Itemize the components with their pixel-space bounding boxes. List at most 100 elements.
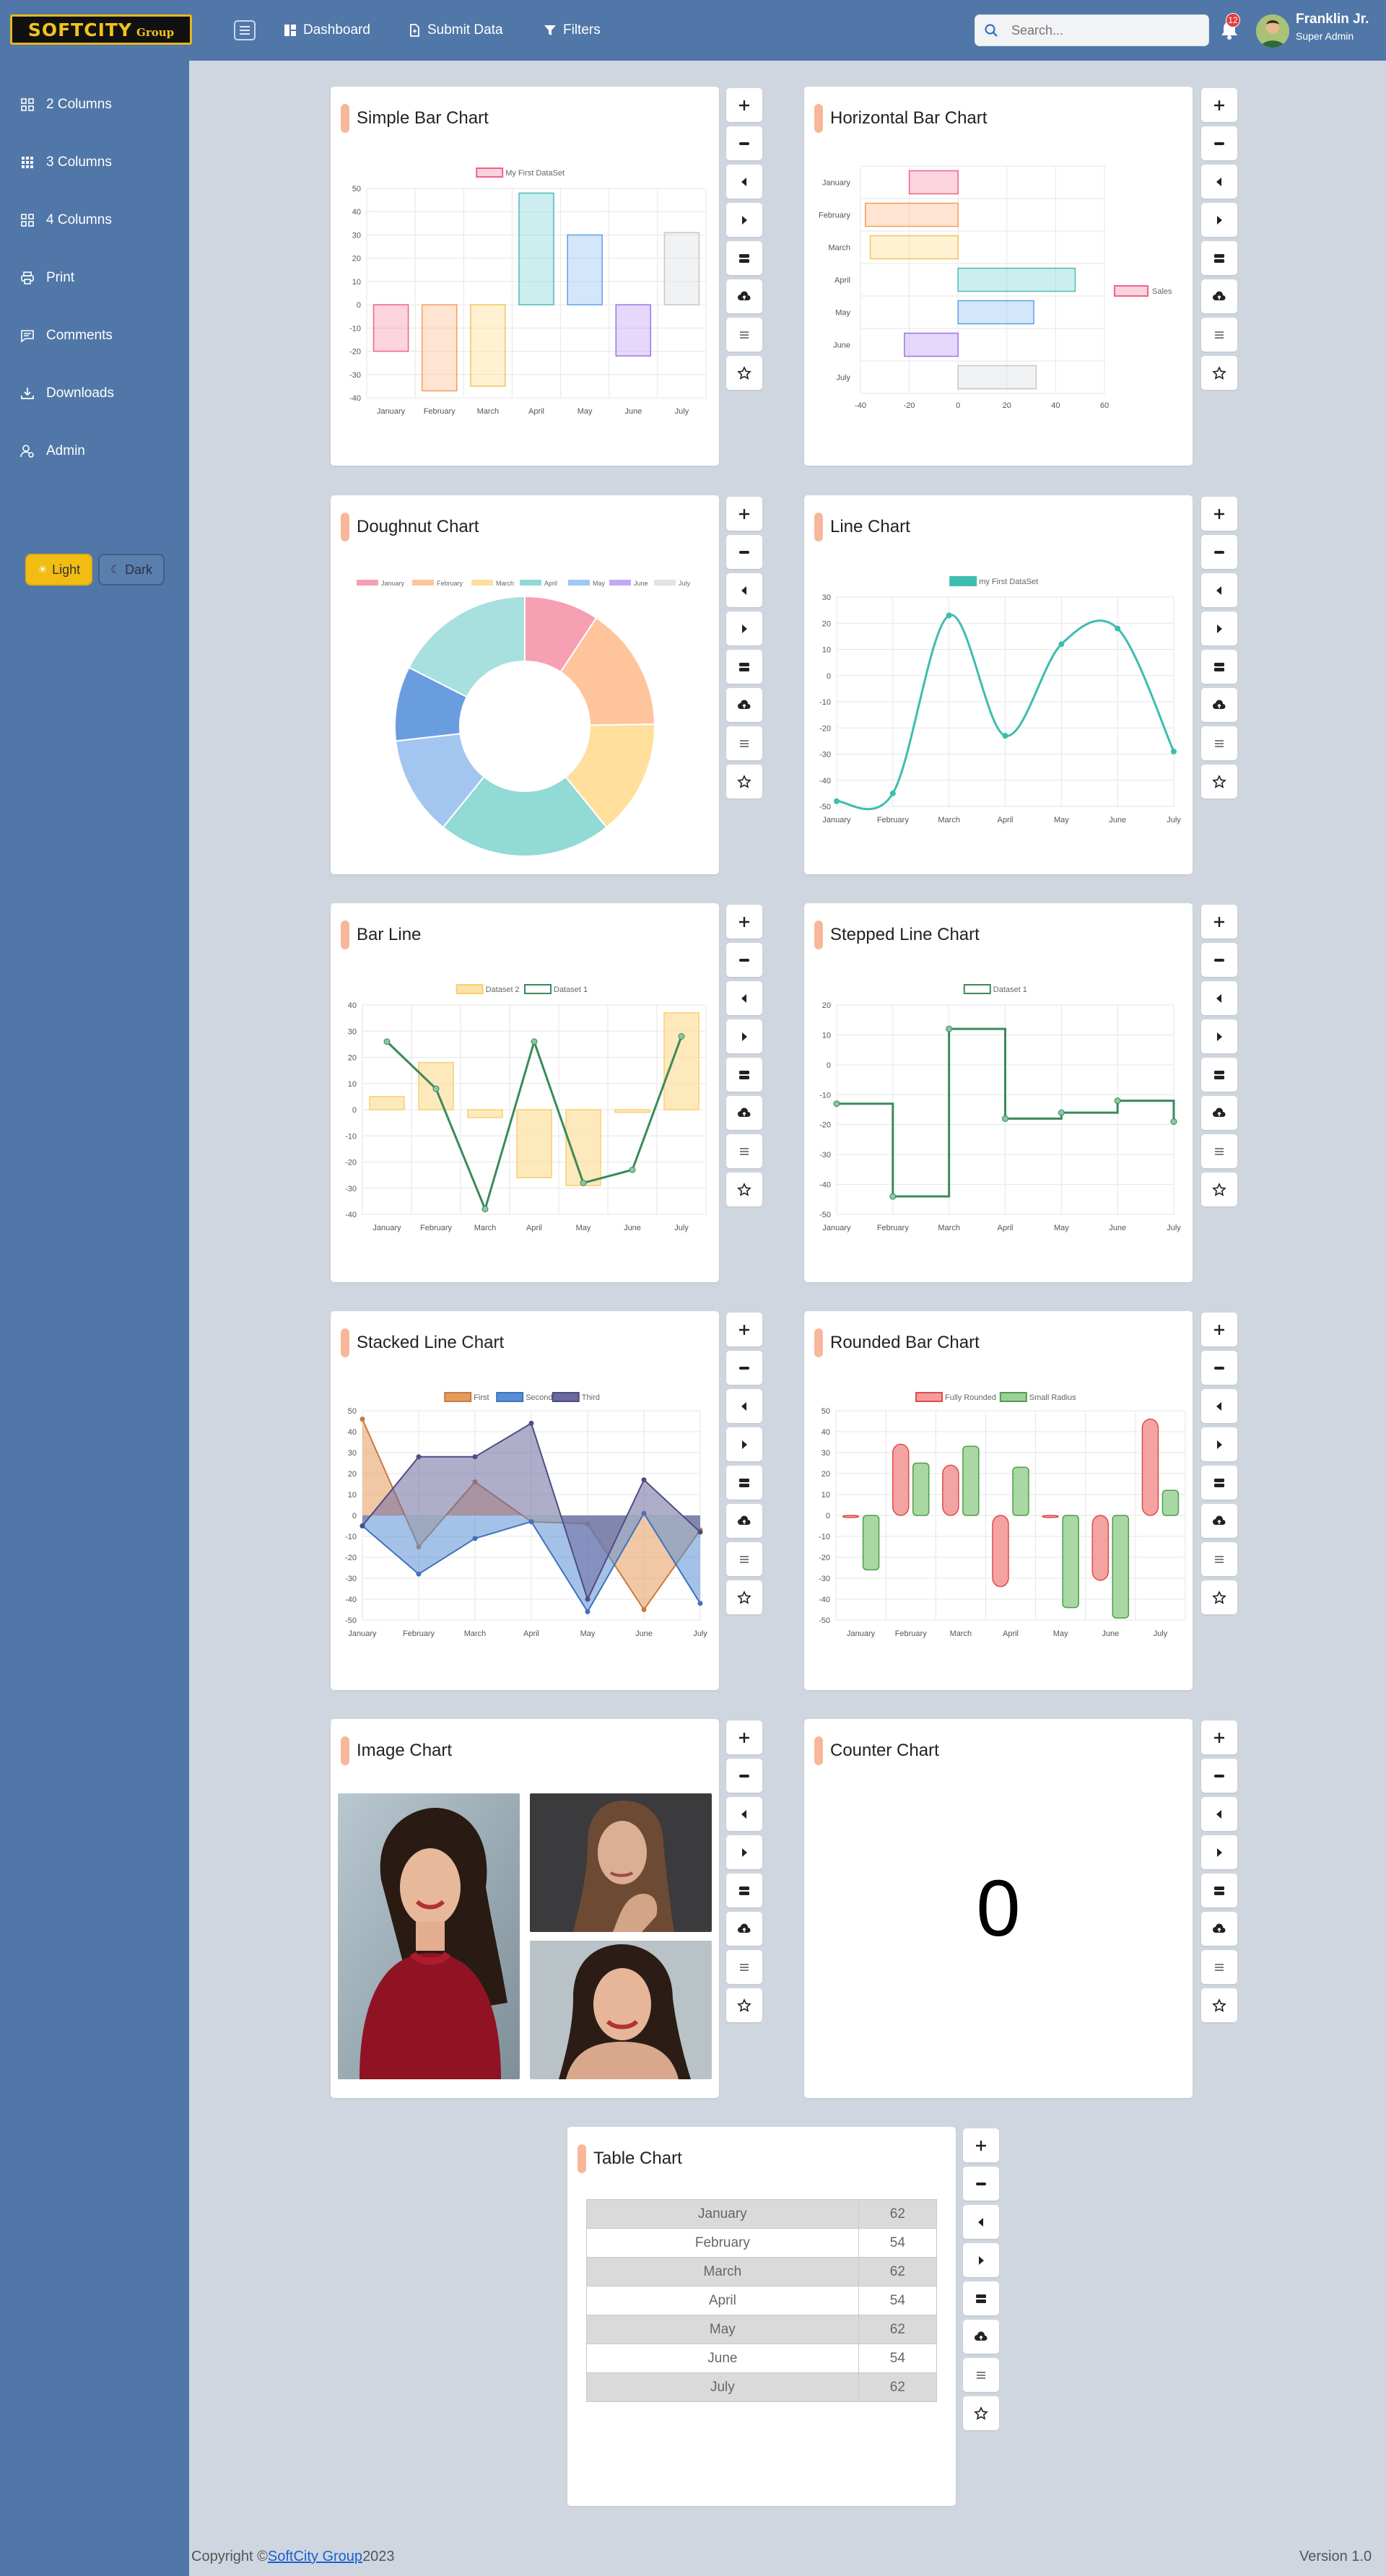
cloud-upload-button[interactable] — [726, 1096, 762, 1130]
arrow-left-button[interactable] — [726, 1389, 762, 1423]
minus-button[interactable] — [726, 535, 762, 569]
list-button[interactable] — [1201, 726, 1237, 760]
plus-button[interactable] — [1201, 497, 1237, 531]
cloud-upload-button[interactable] — [1201, 279, 1237, 313]
cloud-upload-button[interactable] — [1201, 1096, 1237, 1130]
star-button[interactable] — [726, 1172, 762, 1206]
footer-company-link[interactable]: SoftCity Group — [268, 2549, 362, 2564]
star-button[interactable] — [1201, 1988, 1237, 2022]
minus-button[interactable] — [1201, 1351, 1237, 1385]
minus-button[interactable] — [726, 1351, 762, 1385]
arrow-left-button[interactable] — [726, 1797, 762, 1831]
arrow-right-button[interactable] — [726, 1835, 762, 1869]
expand-button[interactable] — [726, 1466, 762, 1500]
expand-button[interactable] — [726, 1874, 762, 1907]
list-button[interactable] — [1201, 1542, 1237, 1576]
sidebar-item-downloads[interactable]: Downloads — [20, 383, 114, 404]
cloud-upload-button[interactable] — [963, 2320, 999, 2354]
plus-button[interactable] — [726, 1720, 762, 1754]
star-button[interactable] — [1201, 356, 1237, 390]
expand-button[interactable] — [726, 650, 762, 684]
list-button[interactable] — [1201, 318, 1237, 352]
star-button[interactable] — [1201, 1580, 1237, 1614]
expand-button[interactable] — [1201, 241, 1237, 275]
cloud-upload-button[interactable] — [726, 688, 762, 722]
plus-button[interactable] — [1201, 1313, 1237, 1346]
cloud-upload-button[interactable] — [1201, 1504, 1237, 1538]
expand-button[interactable] — [1201, 1058, 1237, 1092]
list-button[interactable] — [726, 726, 762, 760]
list-button[interactable] — [726, 1542, 762, 1576]
arrow-right-button[interactable] — [1201, 1835, 1237, 1869]
arrow-left-button[interactable] — [726, 165, 762, 199]
arrow-right-button[interactable] — [726, 1019, 762, 1053]
search-box[interactable] — [975, 14, 1209, 46]
nav-submit-data[interactable]: Submit Data — [407, 20, 503, 40]
arrow-right-button[interactable] — [726, 203, 762, 237]
plus-button[interactable] — [1201, 1720, 1237, 1754]
minus-button[interactable] — [726, 126, 762, 160]
arrow-left-button[interactable] — [726, 573, 762, 607]
arrow-right-button[interactable] — [963, 2243, 999, 2277]
cloud-upload-button[interactable] — [1201, 688, 1237, 722]
minus-button[interactable] — [726, 1759, 762, 1793]
plus-button[interactable] — [1201, 88, 1237, 122]
arrow-left-button[interactable] — [1201, 1389, 1237, 1423]
search-input[interactable] — [1011, 22, 1185, 38]
arrow-left-button[interactable] — [1201, 573, 1237, 607]
nav-filters[interactable]: Filters — [543, 20, 601, 40]
star-button[interactable] — [726, 356, 762, 390]
expand-button[interactable] — [1201, 1466, 1237, 1500]
arrow-right-button[interactable] — [1201, 203, 1237, 237]
logo[interactable]: SOFTCITY Group — [10, 14, 192, 45]
arrow-right-button[interactable] — [1201, 612, 1237, 645]
user-name[interactable]: Franklin Jr. — [1296, 12, 1369, 27]
star-button[interactable] — [1201, 1172, 1237, 1206]
plus-button[interactable] — [726, 497, 762, 531]
sidebar-item-admin[interactable]: Admin — [20, 440, 85, 462]
plus-button[interactable] — [1201, 905, 1237, 939]
avatar[interactable] — [1256, 14, 1289, 48]
sidebar-item-print[interactable]: Print — [20, 267, 74, 289]
plus-button[interactable] — [726, 88, 762, 122]
expand-button[interactable] — [726, 1058, 762, 1092]
star-button[interactable] — [726, 1580, 762, 1614]
theme-light-button[interactable]: ☀ Light — [25, 554, 92, 586]
sidebar-item-3-columns[interactable]: 3 Columns — [20, 152, 112, 173]
cloud-upload-button[interactable] — [726, 279, 762, 313]
arrow-right-button[interactable] — [726, 1427, 762, 1461]
minus-button[interactable] — [963, 2167, 999, 2201]
arrow-right-button[interactable] — [1201, 1427, 1237, 1461]
arrow-left-button[interactable] — [963, 2205, 999, 2239]
cloud-upload-button[interactable] — [726, 1912, 762, 1946]
arrow-left-button[interactable] — [1201, 981, 1237, 1015]
minus-button[interactable] — [1201, 535, 1237, 569]
minus-button[interactable] — [726, 943, 762, 977]
expand-button[interactable] — [963, 2281, 999, 2315]
sidebar-item-comments[interactable]: Comments — [20, 325, 113, 347]
arrow-right-button[interactable] — [726, 612, 762, 645]
list-button[interactable] — [726, 1134, 762, 1168]
arrow-left-button[interactable] — [1201, 1797, 1237, 1831]
star-button[interactable] — [726, 765, 762, 799]
arrow-left-button[interactable] — [1201, 165, 1237, 199]
star-button[interactable] — [726, 1988, 762, 2022]
list-button[interactable] — [1201, 1950, 1237, 1984]
list-button[interactable] — [726, 1950, 762, 1984]
list-button[interactable] — [963, 2358, 999, 2392]
list-button[interactable] — [1201, 1134, 1237, 1168]
expand-button[interactable] — [1201, 650, 1237, 684]
cloud-upload-button[interactable] — [726, 1504, 762, 1538]
plus-button[interactable] — [963, 2128, 999, 2162]
expand-button[interactable] — [1201, 1874, 1237, 1907]
star-button[interactable] — [963, 2396, 999, 2430]
star-button[interactable] — [1201, 765, 1237, 799]
minus-button[interactable] — [1201, 126, 1237, 160]
minus-button[interactable] — [1201, 943, 1237, 977]
sidebar-item-2-columns[interactable]: 2 Columns — [20, 94, 112, 116]
arrow-right-button[interactable] — [1201, 1019, 1237, 1053]
list-button[interactable] — [726, 318, 762, 352]
cloud-upload-button[interactable] — [1201, 1912, 1237, 1946]
plus-button[interactable] — [726, 905, 762, 939]
expand-button[interactable] — [726, 241, 762, 275]
